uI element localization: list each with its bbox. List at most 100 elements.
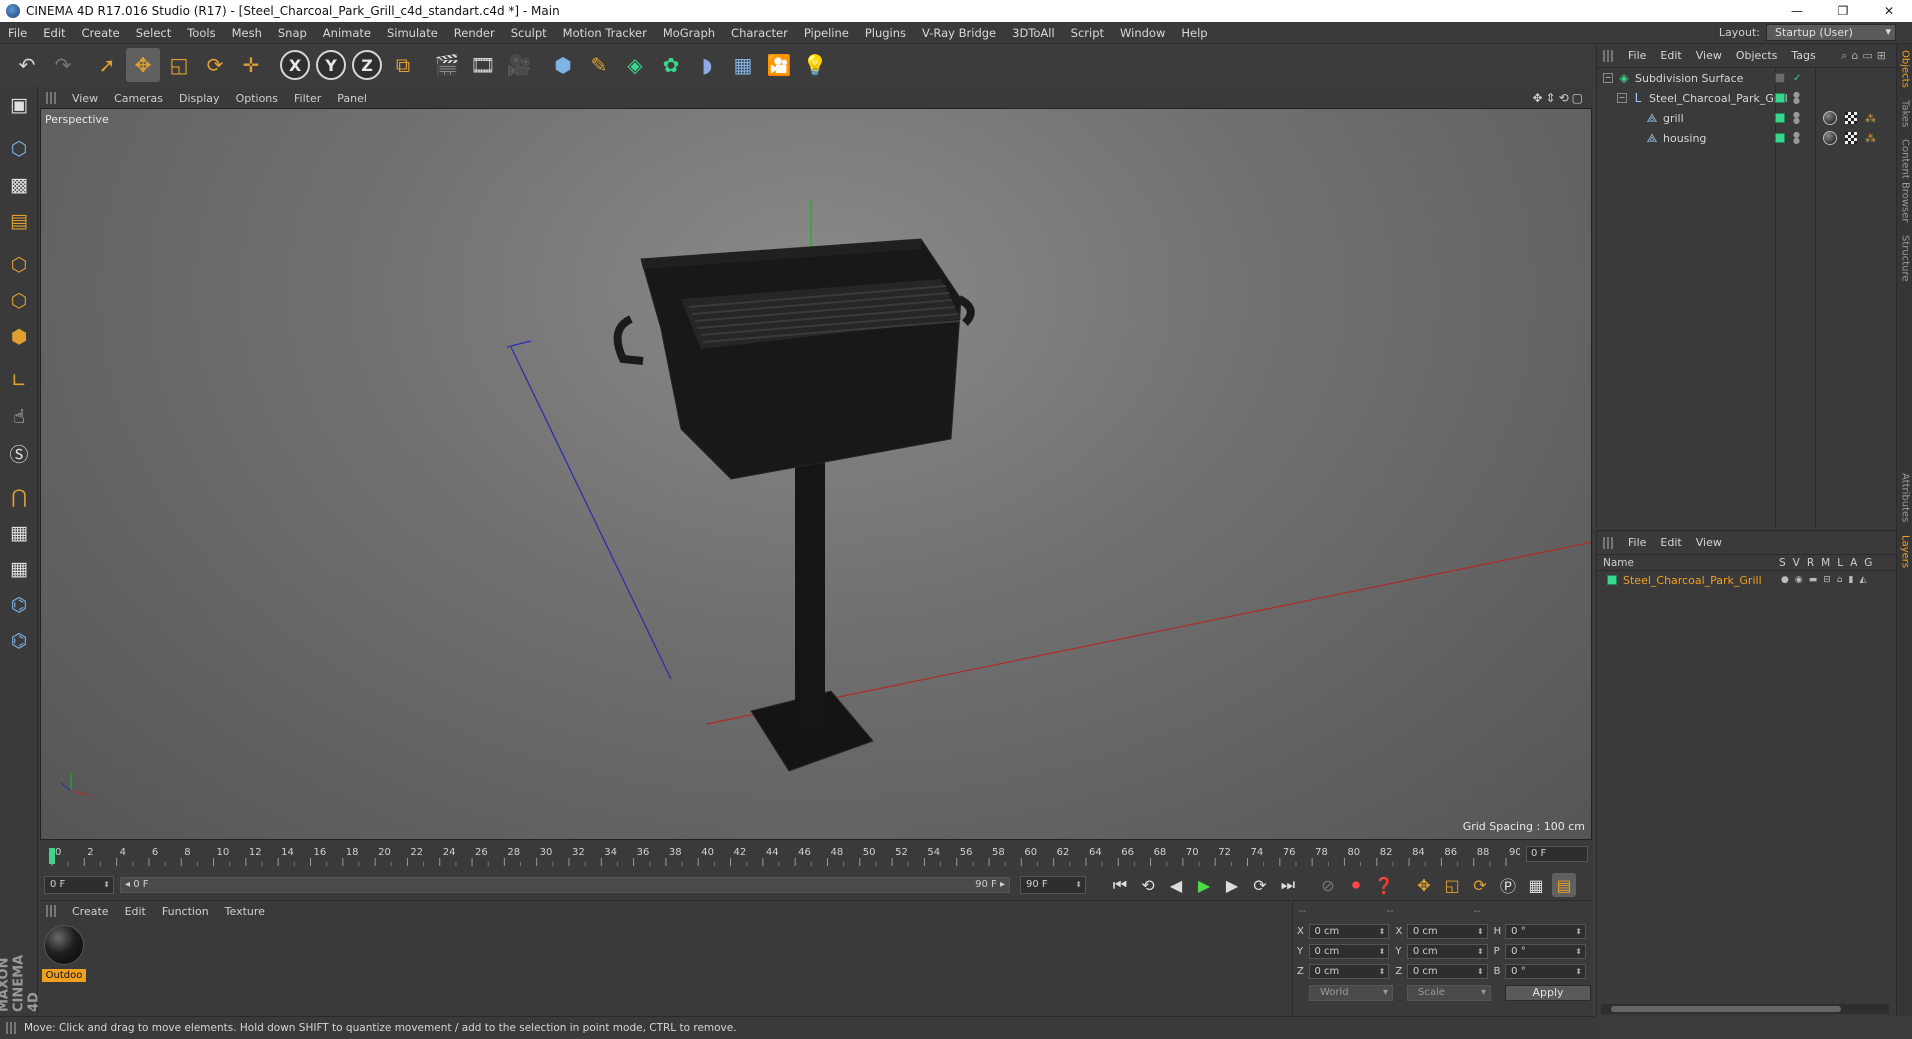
layer-menu-file[interactable]: File [1621,536,1653,549]
menu-edit[interactable]: Edit [35,26,73,40]
coordinate-mode-dropdown[interactable]: World [1309,985,1393,1001]
material-tag-icon[interactable] [1823,111,1837,125]
menu-file[interactable]: File [0,26,35,40]
visibility-dots-icon[interactable]: ● ● [1793,111,1800,125]
key-scale-icon[interactable]: ◱ [1440,873,1464,897]
header-animation[interactable]: A [1850,557,1857,569]
go-to-start-icon[interactable]: ⏮ [1108,873,1132,897]
z-axis-lock-icon[interactable]: Z [350,48,384,82]
points-mode-icon[interactable]: ⬡ [2,248,36,282]
3d-viewport[interactable]: Perspective Grid Spacing : 100 cm [40,108,1592,840]
cube-primitive-icon[interactable]: ⬢ [546,48,580,82]
menu-sculpt[interactable]: Sculpt [503,26,555,40]
phong-tag-icon[interactable]: ⁂ [1865,132,1876,145]
menu-animate[interactable]: Animate [315,26,379,40]
edges-mode-icon[interactable]: ⬡ [2,284,36,318]
enabled-check-icon[interactable]: ✓ [1793,73,1801,84]
mograph-cloner-icon[interactable]: ✿ [654,48,688,82]
panel-grip-icon[interactable] [46,905,56,917]
size-mode-dropdown[interactable]: Scale [1407,985,1491,1001]
menu-plugins[interactable]: Plugins [857,26,914,40]
tab-attributes[interactable]: Attributes [1897,467,1912,528]
panel-grip-icon[interactable] [1603,536,1613,549]
object-row-housing[interactable]: ⟁ housing ● ● ⁂ [1597,128,1896,148]
panel-grip-icon[interactable] [46,92,56,104]
start-frame-field[interactable]: 0 F ⬍ [44,876,114,894]
render-view-icon[interactable]: 🎬 [430,48,464,82]
go-to-end-icon[interactable]: ⏭ [1276,873,1300,897]
python-script-icon[interactable]: ⌬ [2,588,36,622]
camera-icon[interactable]: 🎦 [762,48,796,82]
menu-create[interactable]: Create [74,26,128,40]
material-menu-edit[interactable]: Edit [117,905,154,918]
render-settings-icon[interactable]: 🎥 [502,48,536,82]
position-y-field[interactable]: 0 cm ⬍ [1308,943,1390,959]
generator-icon[interactable]: ◭ [1859,575,1866,585]
size-z-field[interactable]: 0 cm ⬍ [1406,963,1488,979]
tab-objects[interactable]: Objects [1897,44,1912,94]
header-render[interactable]: R [1807,557,1814,569]
viewport-menu-panel[interactable]: Panel [329,92,375,105]
panel-grip-icon[interactable] [1603,49,1613,62]
material-swatch[interactable]: Outdoo [42,925,86,985]
menu-3dtoall[interactable]: 3DToAll [1004,26,1063,40]
scrollbar-thumb[interactable] [1611,1006,1841,1012]
current-frame-field[interactable]: 0 F [1526,846,1588,862]
layer-menu-edit[interactable]: Edit [1653,536,1688,549]
menu-window[interactable]: Window [1112,26,1173,40]
menu-tools[interactable]: Tools [179,26,223,40]
viewport-menu-options[interactable]: Options [228,92,286,105]
menu-render[interactable]: Render [446,26,503,40]
object-row-grill-group[interactable]: − L Steel_Charcoal_Park_Grill ● ● [1597,88,1896,108]
header-solo[interactable]: S [1779,557,1786,569]
menu-vray-bridge[interactable]: V-Ray Bridge [914,26,1004,40]
object-menu-file[interactable]: File [1621,49,1653,62]
spline-pen-icon[interactable]: ✎ [582,48,616,82]
texture-mode-icon[interactable]: ▩ [2,168,36,202]
layer-row[interactable]: Steel_Charcoal_Park_Grill ● ◉ ▬ ⊟ ⌂ ▮ ◭ [1597,571,1896,589]
next-keyframe-icon[interactable]: ⟳ [1248,873,1272,897]
menu-help[interactable]: Help [1173,26,1215,40]
menu-simulate[interactable]: Simulate [379,26,446,40]
menu-select[interactable]: Select [128,26,179,40]
material-tag-icon[interactable] [1823,131,1837,145]
solo-icon[interactable]: ● [1781,575,1789,585]
object-menu-view[interactable]: View [1689,49,1729,62]
light-bulb-icon[interactable]: 💡 [798,48,832,82]
material-menu-create[interactable]: Create [64,905,117,918]
menu-pipeline[interactable]: Pipeline [796,26,857,40]
make-editable-icon[interactable]: ▣ [2,88,36,122]
polygons-mode-icon[interactable]: ⬢ [2,320,36,354]
y-axis-lock-icon[interactable]: Y [314,48,348,82]
collapse-toggle-icon[interactable]: − [1617,93,1627,103]
frame-range-slider[interactable]: ◂ 0 F 90 F ▸ [120,877,1010,893]
visibility-dots-icon[interactable]: ● ● [1793,91,1800,105]
render-icon[interactable]: ▬ [1809,575,1818,585]
viewport-navigation-icons[interactable]: ✥⇕⟲▢ [1532,91,1592,105]
menu-character[interactable]: Character [723,26,796,40]
size-y-field[interactable]: 0 cm ⬍ [1406,943,1488,959]
object-menu-tags[interactable]: Tags [1784,49,1822,62]
layer-menu-view[interactable]: View [1689,536,1729,549]
grid-lock-icon[interactable]: ▦ [2,516,36,550]
scale-tool-icon[interactable]: ◱ [162,48,196,82]
render-picture-viewer-icon[interactable]: 🎞 [466,48,500,82]
python-script-2-icon[interactable]: ⌬ [2,624,36,658]
timeline-ruler[interactable]: 0 2 4 6 8 10 12 14 16 18 20 22 24 26 28 30 32 34 36 38 40 42 4… [40,840,1592,870]
collapse-toggle-icon[interactable]: − [1603,73,1613,83]
size-x-field[interactable]: 0 cm ⬍ [1406,923,1488,939]
nurbs-subdivision-icon[interactable]: ◈ [618,48,652,82]
autokey-icon[interactable]: ❓ [1372,873,1396,897]
material-menu-function[interactable]: Function [154,905,217,918]
coordinate-system-icon[interactable]: ⧉ [386,48,420,82]
layer-color-swatch[interactable] [1775,93,1785,103]
layer-color-swatch[interactable] [1775,113,1785,123]
undo-icon[interactable]: ↶ [10,48,44,82]
tab-layers[interactable]: Layers [1897,529,1912,574]
move-tool-icon[interactable]: ✥ [126,48,160,82]
object-manager-search-icons[interactable]: ⌕⌂▭⊞ [1841,49,1896,63]
end-frame-field[interactable]: 90 F ⬍ [1020,876,1086,894]
rotation-p-field[interactable]: 0 ° ⬍ [1505,943,1586,959]
uvw-tag-icon[interactable] [1845,132,1857,144]
grid-magnet-icon[interactable]: ▦ [2,552,36,586]
